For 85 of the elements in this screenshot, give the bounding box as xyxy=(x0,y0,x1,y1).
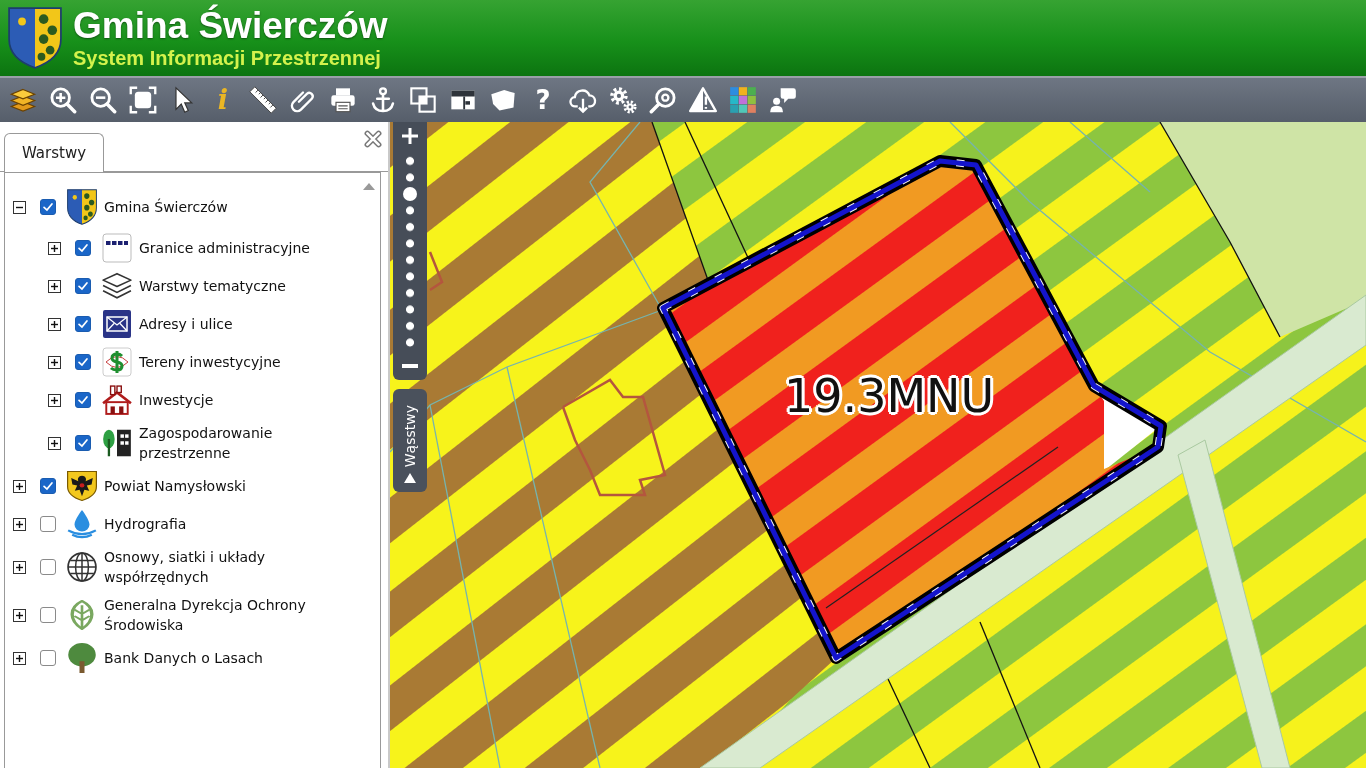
zoom-out-button[interactable] xyxy=(88,85,118,115)
tree-toggle[interactable] xyxy=(13,479,26,493)
zoom-in-button[interactable] xyxy=(48,85,78,115)
house-icon xyxy=(102,385,132,415)
layer-label[interactable]: Gmina Świerczów xyxy=(104,197,228,217)
layers-side-tab[interactable]: Wąsstwy xyxy=(393,389,427,492)
full-extent-button[interactable] xyxy=(128,85,158,115)
layer-label[interactable]: Adresy i ulice xyxy=(139,314,233,334)
print-button[interactable] xyxy=(328,85,358,115)
parcel-label: 19.3MNU xyxy=(784,368,995,424)
tree-toggle[interactable] xyxy=(48,393,61,407)
layer-label[interactable]: Powiat Namysłowski xyxy=(104,476,246,496)
fullscreen-icon xyxy=(129,86,157,114)
scroll-up-icon[interactable] xyxy=(363,183,375,190)
water-drop-icon xyxy=(67,509,97,539)
chat-button[interactable] xyxy=(768,85,798,115)
tree-toggle[interactable] xyxy=(48,355,61,369)
overlapping-squares-icon xyxy=(409,86,437,114)
envelope-icon xyxy=(102,309,132,339)
tree-building-icon xyxy=(102,428,132,458)
layer-checkbox[interactable] xyxy=(75,278,91,294)
layer-label[interactable]: Hydrografia xyxy=(104,514,187,534)
layer-label[interactable]: Granice administracyjne xyxy=(139,238,310,258)
tree-toggle[interactable] xyxy=(48,279,61,293)
app-title: Gmina Świerczów xyxy=(73,6,388,46)
layer-label[interactable]: Warstwy tematyczne xyxy=(139,276,286,296)
layer-checkbox[interactable] xyxy=(40,478,56,494)
tree-toggle[interactable] xyxy=(13,651,26,665)
layers-icon xyxy=(9,86,37,114)
layers-icon xyxy=(102,271,132,301)
crest-icon xyxy=(8,7,62,69)
tree-toggle[interactable] xyxy=(48,436,61,450)
building-outline xyxy=(428,251,444,292)
layer-checkbox[interactable] xyxy=(75,392,91,408)
globe-icon xyxy=(67,552,97,582)
layer-checkbox[interactable] xyxy=(40,607,56,623)
layer-checkbox[interactable] xyxy=(75,240,91,256)
layer-label[interactable]: Tereny inwestycyjne xyxy=(139,352,281,372)
layer-checkbox[interactable] xyxy=(40,199,56,215)
layer-label[interactable]: Inwestycje xyxy=(139,390,214,410)
tree-toggle[interactable] xyxy=(13,608,26,622)
layer-checkbox[interactable] xyxy=(75,435,91,451)
crest-icon xyxy=(67,189,97,225)
zoom-slider-thumb[interactable] xyxy=(403,187,417,201)
settings-icon xyxy=(609,86,637,114)
layer-checkbox[interactable] xyxy=(40,559,56,575)
color-grid-icon xyxy=(729,86,757,114)
cloud-download-icon xyxy=(569,86,597,114)
overlay-button[interactable] xyxy=(408,85,438,115)
chat-icon xyxy=(769,86,797,114)
help-button[interactable]: ? xyxy=(528,85,558,115)
zoom-out-icon xyxy=(89,86,117,114)
zoom-in-icon xyxy=(49,86,77,114)
layer-checkbox[interactable] xyxy=(40,650,56,666)
dollar-icon xyxy=(102,347,132,377)
zoom-in-button[interactable] xyxy=(401,127,419,145)
search-icon xyxy=(649,86,677,114)
palette-button[interactable] xyxy=(728,85,758,115)
app-subtitle: System Informacji Przestrzennej xyxy=(73,46,382,70)
close-button[interactable] xyxy=(364,130,382,148)
search-button[interactable] xyxy=(648,85,678,115)
layer-checkbox[interactable] xyxy=(75,316,91,332)
tree-toggle[interactable] xyxy=(13,517,26,531)
warning-icon xyxy=(689,86,717,114)
close-icon xyxy=(364,130,382,148)
settings-button[interactable] xyxy=(608,85,638,115)
eagle-shield-icon xyxy=(67,471,97,501)
layer-label[interactable]: Osnowy, siatki i układy współrzędnych xyxy=(104,547,332,587)
minus-icon xyxy=(402,364,418,368)
layer-label[interactable]: Zagospodarowanie przestrzenne xyxy=(139,423,339,463)
printer-icon xyxy=(329,86,357,114)
tree-toggle[interactable] xyxy=(13,560,26,574)
layer-checkbox[interactable] xyxy=(40,516,56,532)
tree-toggle[interactable] xyxy=(48,241,61,255)
tree-icon xyxy=(67,643,97,673)
plus-icon xyxy=(402,128,418,144)
layer-label[interactable]: Generalna Dyrekcja Ochrony Środowiska xyxy=(104,595,332,635)
warning-button[interactable] xyxy=(688,85,718,115)
anchor-icon xyxy=(369,86,397,114)
layer-checkbox[interactable] xyxy=(75,354,91,370)
layer-label[interactable]: Bank Danych o Lasach xyxy=(104,648,263,668)
tree-toggle[interactable] xyxy=(13,200,26,214)
layers-tab[interactable]: Warstwy xyxy=(4,133,105,172)
tree-toggle[interactable] xyxy=(48,317,61,331)
caret-icon xyxy=(404,473,416,483)
